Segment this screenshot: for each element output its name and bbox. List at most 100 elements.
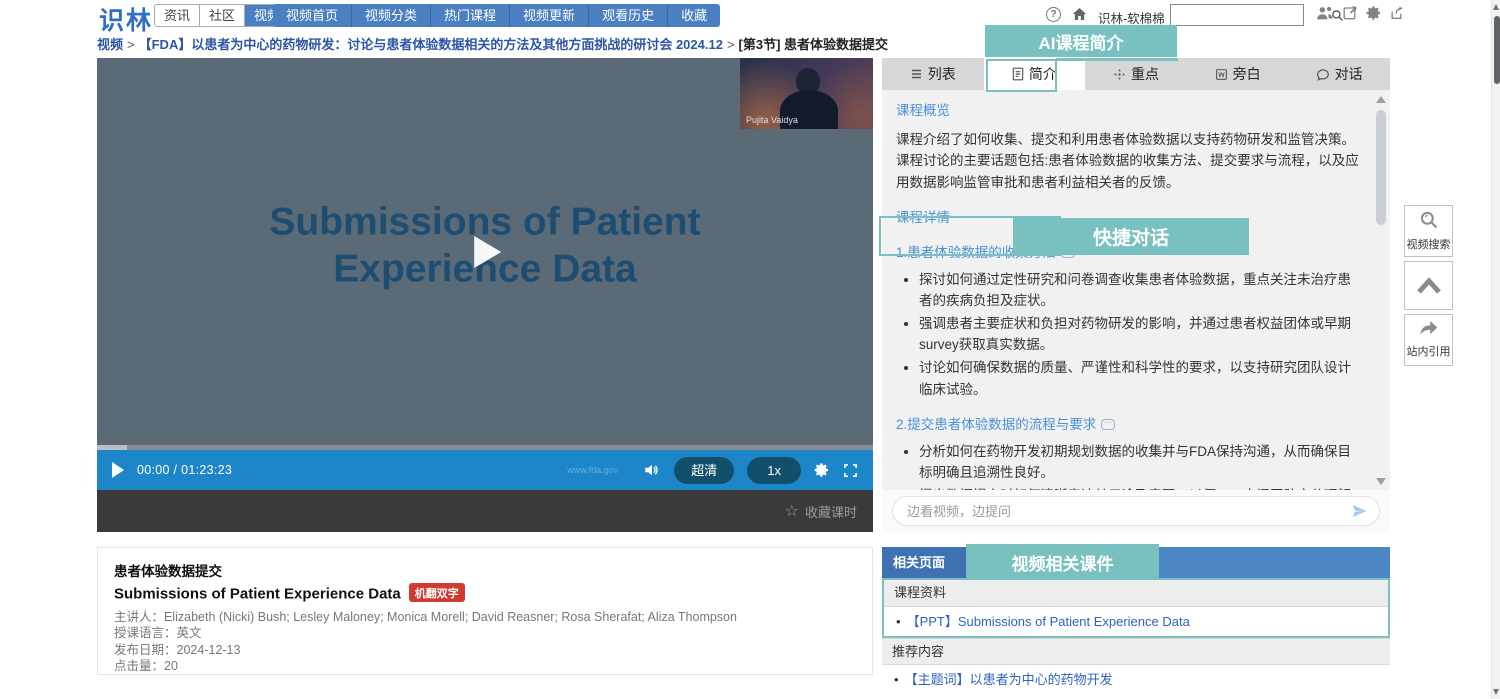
tab-news[interactable]: 资讯 (155, 5, 201, 26)
narration-doc-icon (1215, 68, 1228, 81)
breadcrumb-separator: > (127, 37, 135, 52)
topic-link[interactable]: 【主题词】以患者为中心的药物开发 (905, 672, 1113, 687)
scroll-up-arrow[interactable] (1493, 4, 1499, 10)
language-value: 英文 (176, 626, 202, 640)
course-materials-heading: 课程资料 (884, 580, 1388, 607)
timecode: 00:00 / 01:23:23 (137, 463, 233, 477)
video-nav: 视频首页 视频分类 热门课程 视频更新 观看历史 收藏 (273, 4, 721, 27)
chat-bubble-icon (1316, 68, 1330, 81)
panel-scroll-up-arrow[interactable] (1376, 96, 1386, 103)
site-citation-button[interactable]: 站内引用 (1404, 314, 1453, 366)
video-watermark: www.fda.gov (567, 465, 619, 475)
speakers-value: Elizabeth (Nicki) Bush; Lesley Maloney; … (164, 609, 737, 624)
users-icon[interactable] (1316, 5, 1335, 21)
tab-intro[interactable]: 简介 (983, 58, 1086, 90)
speaker-picture-in-picture: Pujita Vaidya (740, 58, 873, 129)
player-controls: 00:00 / 01:23:23 www.fda.gov 超清 1x (97, 450, 873, 490)
scrollbar-thumb[interactable] (1493, 16, 1500, 84)
quick-chat-bubble-icon[interactable] (1101, 415, 1116, 431)
send-icon[interactable] (1351, 503, 1368, 524)
video-search-icon (1420, 211, 1437, 229)
chevron-up-icon (1416, 276, 1441, 294)
breadcrumb-separator: > (726, 37, 735, 52)
ai-panel: 列表 简介 重点 旁白 对话 课程概览 课程介绍了如何收集、提交和利用患者体验数… (882, 58, 1390, 532)
related-pages-tab[interactable]: 相关页面 (882, 547, 970, 578)
breadcrumb-current: [第3节] 患者体验数据提交 (738, 37, 889, 52)
settings-gear-icon[interactable] (1366, 5, 1382, 21)
course-intro-content: 课程概览 课程介绍了如何收集、提交和利用患者体验数据以支持药物研发和监管决策。 … (882, 90, 1390, 490)
annotation-ai-course-intro: AI课程简介 (985, 25, 1177, 57)
nav-hot-courses[interactable]: 热门课程 (431, 4, 511, 27)
section-2-bullets: 分析如何在药物开发初期规划数据的收集并与FDA保持沟通，从而确保目标明确且追溯性… (896, 441, 1362, 490)
speaker-name-caption: Pujita Vaidya (746, 115, 798, 125)
panel-scroll-down-arrow[interactable] (1376, 478, 1386, 485)
ppt-link[interactable]: 【PPT】Submissions of Patient Experience D… (907, 614, 1190, 629)
favorite-star-icon[interactable]: ☆ (785, 501, 799, 521)
section-2-title[interactable]: 2.提交患者体验数据的流程与要求 (896, 414, 1116, 436)
player-footer-bar: ☆ 收藏课时 (97, 490, 873, 532)
share-icon[interactable] (1389, 5, 1406, 21)
header-search (1170, 4, 1343, 26)
breadcrumb: 视频 > 【FDA】以患者为中心的药物研发：讨论与患者体验数据相关的方法及其他方面挑… (97, 34, 888, 53)
video-screen[interactable]: Submissions of Patient Experience Data P… (97, 58, 873, 445)
views-value: 20 (164, 659, 178, 673)
nav-video-categories[interactable]: 视频分类 (352, 4, 432, 27)
video-player: Submissions of Patient Experience Data P… (97, 58, 873, 532)
machine-subtitle-badge: 机翻双字 (408, 583, 465, 602)
header-action-icons (1316, 5, 1406, 21)
fullscreen-icon[interactable] (843, 463, 858, 478)
favorite-lesson-button[interactable]: 收藏课时 (805, 502, 857, 521)
chat-input[interactable] (892, 496, 1380, 526)
material-link-row: • 【PPT】Submissions of Patient Experience … (884, 607, 1388, 636)
bullet-item: 强调患者主要症状和负担对药物研发的影响，并通过患者权益团体或早期survey获取… (919, 313, 1362, 356)
chat-input-bar (882, 490, 1390, 532)
annotation-related-courseware: 视频相关课件 (966, 544, 1159, 580)
document-icon (1012, 67, 1024, 81)
tab-list[interactable]: 列表 (882, 58, 984, 90)
search-input[interactable] (1171, 6, 1331, 24)
nav-favorites[interactable]: 收藏 (668, 4, 720, 27)
video-title-en: Submissions of Patient Experience Data 机翻… (114, 583, 856, 603)
tab-chat[interactable]: 对话 (1288, 58, 1390, 90)
video-title-zh: 患者体验数据提交 (114, 564, 222, 579)
breadcrumb-course[interactable]: 【FDA】以患者为中心的药物研发：讨论与患者体验数据相关的方法及其他方面挑战的研… (139, 37, 723, 52)
cite-arrow-icon (1420, 321, 1438, 335)
keypoints-icon (1113, 68, 1126, 81)
breadcrumb-video[interactable]: 视频 (97, 37, 123, 52)
help-icon[interactable]: ? (1046, 7, 1061, 22)
tab-community[interactable]: 社区 (200, 5, 246, 26)
bullet-item: 讨论如何确保数据的质量、严谨性和科学性的要求，以支持研究团队设计临床试验。 (919, 357, 1362, 400)
scroll-down-arrow[interactable] (1493, 689, 1499, 695)
nav-video-home[interactable]: 视频首页 (273, 4, 353, 27)
section-1-bullets: 探讨如何通过定性研究和问卷调查收集患者体验数据，重点关注未治疗患者的疾病负担及症… (896, 269, 1362, 401)
bullet-item: 分析如何在药物开发初期规划数据的收集并与FDA保持沟通，从而确保目标明确且追溯性… (919, 441, 1362, 484)
overview-paragraph: 课程介绍了如何收集、提交和利用患者体验数据以支持药物研发和监管决策。 (896, 131, 1355, 147)
quality-button[interactable]: 超清 (674, 456, 735, 484)
tab-narration[interactable]: 旁白 (1187, 58, 1289, 90)
volume-icon[interactable] (643, 462, 661, 478)
tab-keypoints[interactable]: 重点 (1085, 58, 1187, 90)
back-to-top-button[interactable] (1404, 261, 1453, 310)
video-meta: 主讲人：Elizabeth (Nicki) Bush; Lesley Malon… (114, 609, 737, 674)
page-scrollbar[interactable] (1491, 0, 1500, 699)
home-icon[interactable] (1071, 6, 1088, 27)
recommended-link-row: • 【主题词】以患者为中心的药物开发 (882, 665, 1390, 694)
annotation-quick-chat: 快捷对话 (1013, 218, 1249, 255)
nav-watch-history[interactable]: 观看历史 (589, 4, 669, 27)
overview-paragraph: 课程讨论的主要话题包括:患者体验数据的收集方法、提交要求与流程，以及应用数据影响… (896, 153, 1359, 190)
play-button[interactable] (112, 462, 124, 478)
site-logo[interactable]: 识林 (99, 1, 153, 37)
player-settings-gear-icon[interactable] (814, 462, 830, 478)
play-overlay-icon[interactable] (474, 235, 502, 268)
recommended-link-row: •【指南】FDA 制定与提交与患者体验数据相关的拟议指南文件 (882, 694, 1390, 699)
site-section-switcher: 资讯 社区 视频 (154, 4, 291, 27)
course-materials-highlight: 课程资料 • 【PPT】Submissions of Patient Experi… (882, 578, 1390, 638)
list-icon (910, 68, 923, 80)
recommended-heading: 推荐内容 (882, 638, 1390, 665)
video-search-button[interactable]: 视频搜索 (1404, 205, 1453, 257)
panel-scrollbar-thumb[interactable] (1376, 110, 1386, 225)
course-overview-heading[interactable]: 课程概览 (896, 100, 1362, 122)
speed-button[interactable]: 1x (747, 456, 801, 484)
nav-video-updates[interactable]: 视频更新 (510, 4, 590, 27)
edit-icon[interactable] (1342, 5, 1359, 21)
